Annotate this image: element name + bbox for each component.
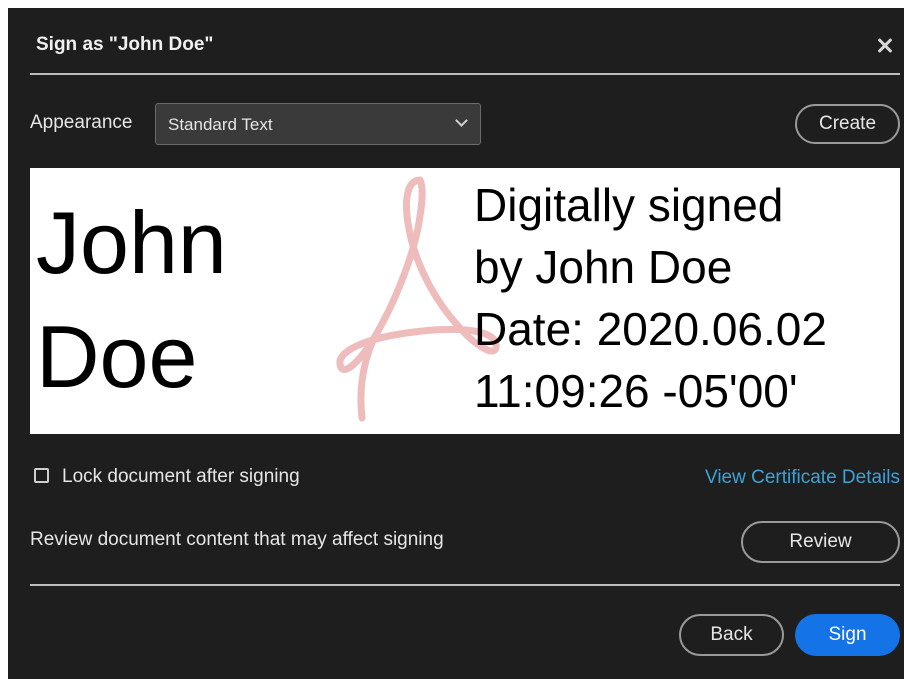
signature-detail-line: 11:09:26 -05'00' xyxy=(474,365,798,417)
sign-dialog: Sign as "John Doe" Appearance Standard T… xyxy=(8,8,904,679)
dialog-title: Sign as "John Doe" xyxy=(36,34,214,55)
review-button[interactable]: Review xyxy=(741,521,900,563)
signer-name-line: John xyxy=(36,193,227,292)
lock-document-label: Lock document after signing xyxy=(62,466,300,487)
chevron-down-icon xyxy=(455,114,468,127)
appearance-selected-value: Standard Text xyxy=(168,115,273,134)
footer-divider xyxy=(30,584,900,586)
signature-detail-line: Digitally signed xyxy=(474,179,784,231)
lock-document-checkbox[interactable] xyxy=(34,468,49,483)
create-button[interactable]: Create xyxy=(795,104,900,144)
appearance-select[interactable]: Standard Text xyxy=(155,103,481,145)
review-description: Review document content that may affect … xyxy=(30,529,444,550)
back-button[interactable]: Back xyxy=(679,614,784,656)
signature-detail-line: Date: 2020.06.02 xyxy=(474,303,827,355)
signature-details: Digitally signed by John Doe Date: 2020.… xyxy=(474,174,827,422)
appearance-label: Appearance xyxy=(30,112,133,133)
title-divider xyxy=(30,73,900,75)
page: Sign as "John Doe" Appearance Standard T… xyxy=(0,0,904,679)
sign-button[interactable]: Sign xyxy=(795,614,900,656)
signature-detail-line: by John Doe xyxy=(474,241,733,293)
signature-preview: John Doe Digitally signed by John Doe Da… xyxy=(30,168,900,434)
signer-name: John Doe xyxy=(36,186,227,414)
signer-name-line: Doe xyxy=(36,307,198,406)
view-certificate-details-link[interactable]: View Certificate Details xyxy=(705,467,900,489)
close-icon[interactable] xyxy=(874,34,896,56)
acrobat-logo-icon xyxy=(336,176,500,422)
